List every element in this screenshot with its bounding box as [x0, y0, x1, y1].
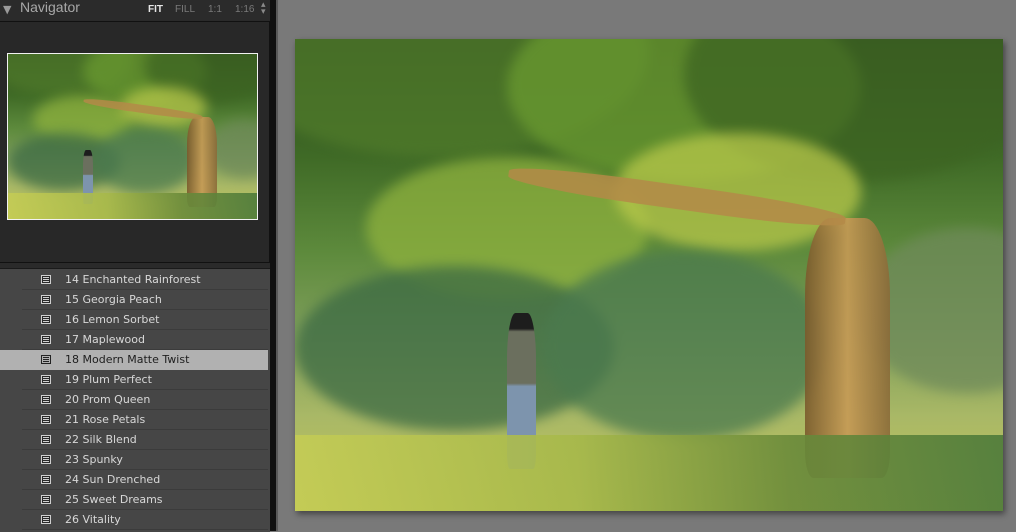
preset-label: 19 Plum Perfect	[65, 373, 152, 386]
preset-label: 26 Vitality	[65, 513, 121, 526]
preset-label: 21 Rose Petals	[65, 413, 146, 426]
zoom-fill-button[interactable]: FILL	[175, 4, 195, 15]
preset-list-icon	[41, 375, 51, 384]
thumbnail-image	[8, 54, 257, 219]
navigator-title: Navigator	[20, 0, 80, 15]
preset-list-icon	[41, 295, 51, 304]
preset-list-icon	[41, 275, 51, 284]
preset-label: 14 Enchanted Rainforest	[65, 273, 201, 286]
zoom-1-1-button[interactable]: 1:1	[208, 4, 222, 15]
preset-item[interactable]: 22 Silk Blend	[0, 430, 268, 450]
main-photo[interactable]	[295, 39, 1003, 511]
photo-grass	[295, 435, 1003, 511]
preset-item[interactable]: 14 Enchanted Rainforest	[0, 270, 268, 290]
preset-item[interactable]: 17 Maplewood	[0, 330, 268, 350]
navigator-header[interactable]: ▼ Navigator FIT FILL 1:1 1:16 ▴ ▾	[0, 0, 270, 20]
preset-label: 16 Lemon Sorbet	[65, 313, 160, 326]
preset-item[interactable]: 21 Rose Petals	[0, 410, 268, 430]
photo-grass	[8, 192, 257, 219]
preset-list-icon	[41, 435, 51, 444]
preset-item[interactable]: 20 Prom Queen	[0, 390, 268, 410]
zoom-1-16-button[interactable]: 1:16	[235, 4, 254, 15]
preset-label: 17 Maplewood	[65, 333, 145, 346]
preset-list-icon	[41, 395, 51, 404]
zoom-fit-button[interactable]: FIT	[148, 4, 163, 15]
preset-list-icon	[41, 335, 51, 344]
preset-label: 25 Sweet Dreams	[65, 493, 163, 506]
preset-item[interactable]: 23 Spunky	[0, 450, 268, 470]
preset-list-icon	[41, 315, 51, 324]
preset-list-icon	[41, 415, 51, 424]
preset-item[interactable]: 19 Plum Perfect	[0, 370, 268, 390]
photo-foliage	[542, 251, 826, 441]
preset-item[interactable]: 18 Modern Matte Twist	[0, 350, 268, 370]
triangle-down-icon[interactable]: ▼	[3, 3, 11, 16]
preset-label: 22 Silk Blend	[65, 433, 137, 446]
navigator-thumbnail[interactable]	[7, 53, 258, 220]
preset-list-icon	[41, 355, 51, 364]
preset-label: 15 Georgia Peach	[65, 293, 162, 306]
preset-item[interactable]: 16 Lemon Sorbet	[0, 310, 268, 330]
photo-foliage	[95, 128, 195, 195]
preset-label: 24 Sun Drenched	[65, 473, 161, 486]
preset-list-icon	[41, 495, 51, 504]
main-photo-image	[295, 39, 1003, 511]
preset-item[interactable]: 24 Sun Drenched	[0, 470, 268, 490]
preset-item[interactable]: 26 Vitality	[0, 510, 268, 530]
preset-label: 18 Modern Matte Twist	[65, 353, 190, 366]
preset-item[interactable]: 25 Sweet Dreams	[0, 490, 268, 510]
preset-list: 14 Enchanted Rainforest 15 Georgia Peach 1…	[0, 268, 270, 532]
preset-item[interactable]: 15 Georgia Peach	[0, 290, 268, 310]
preset-list-icon	[41, 515, 51, 524]
preset-list-icon	[41, 455, 51, 464]
up-down-stepper-icon[interactable]: ▴ ▾	[261, 1, 266, 17]
left-panel: ▼ Navigator FIT FILL 1:1 1:16 ▴ ▾ 14 Ench…	[0, 0, 270, 532]
panel-divider[interactable]	[270, 0, 278, 531]
preset-label: 23 Spunky	[65, 453, 123, 466]
preset-label: 20 Prom Queen	[65, 393, 151, 406]
preset-list-icon	[41, 475, 51, 484]
